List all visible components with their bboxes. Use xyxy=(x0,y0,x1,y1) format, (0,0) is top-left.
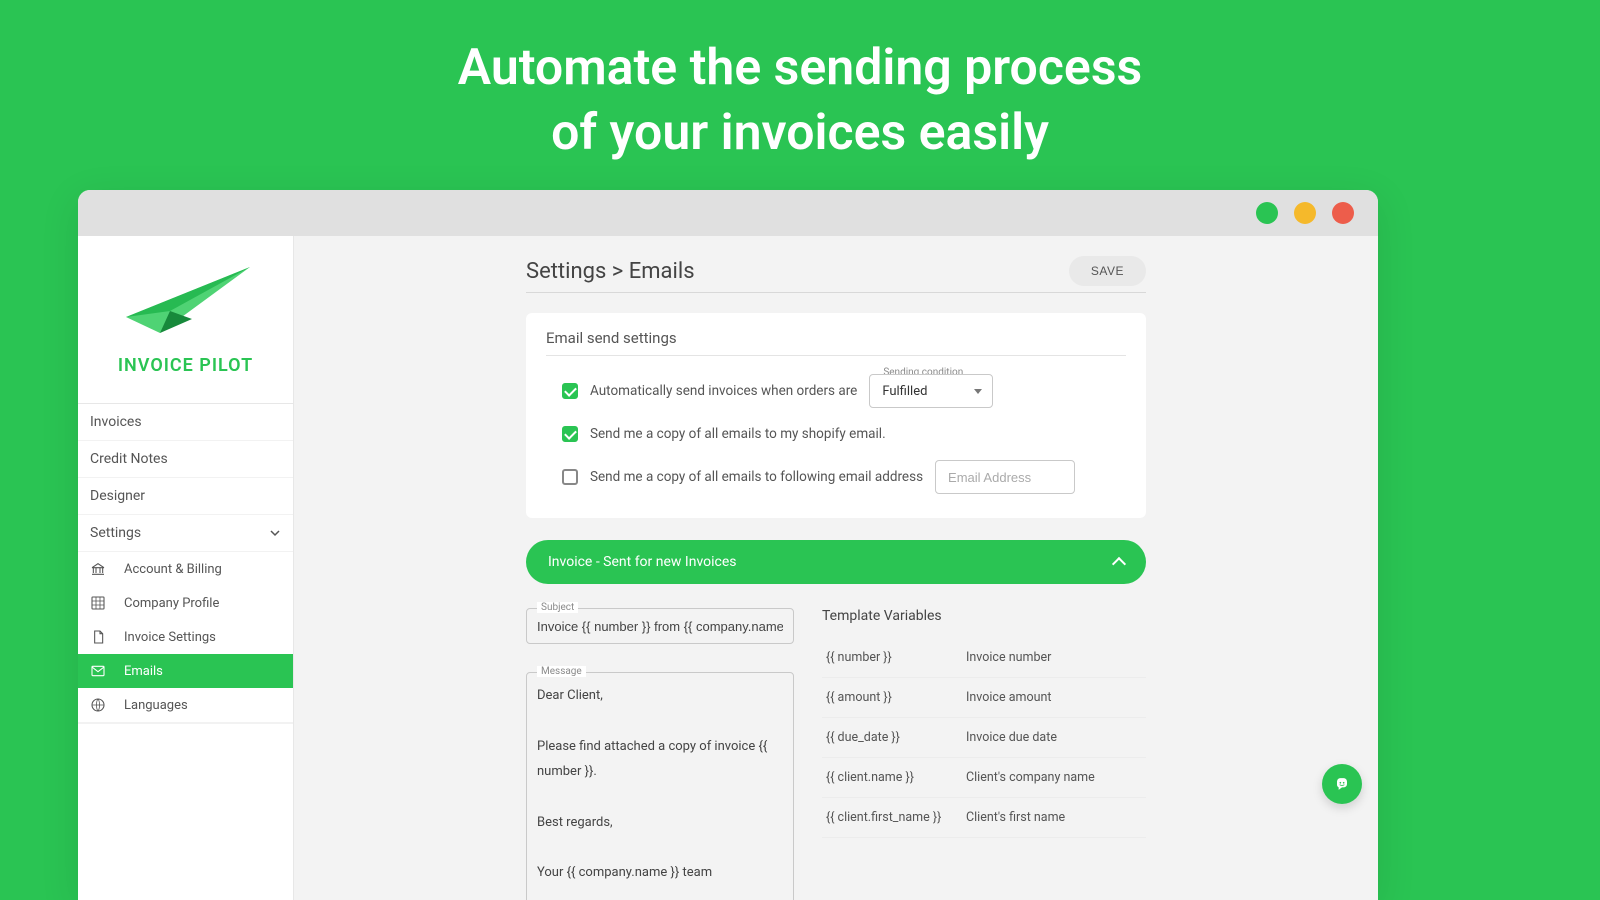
page-header: Settings > Emails SAVE xyxy=(526,256,1146,293)
main-content: Settings > Emails SAVE Email send settin… xyxy=(294,236,1378,900)
sidebar-item-credit-notes[interactable]: Credit Notes xyxy=(78,441,293,478)
variable-row: {{ number }} Invoice number xyxy=(822,638,1146,678)
subject-input[interactable] xyxy=(527,609,793,643)
window-titlebar xyxy=(78,190,1378,236)
variable-row: {{ client.first_name }} Client's first n… xyxy=(822,798,1146,838)
app-window: INVOICE PILOT Invoices Credit Notes Desi… xyxy=(78,190,1378,900)
message-textarea[interactable]: Dear Client, Please find attached a copy… xyxy=(527,673,793,900)
grid-icon xyxy=(90,595,106,611)
copy-email-input[interactable] xyxy=(935,460,1075,494)
sidebar-item-designer[interactable]: Designer xyxy=(78,478,293,515)
globe-icon xyxy=(90,697,106,713)
card-title: Email send settings xyxy=(546,329,1126,356)
window-dot-green[interactable] xyxy=(1256,202,1278,224)
window-dot-yellow[interactable] xyxy=(1294,202,1316,224)
brand-logo: INVOICE PILOT xyxy=(78,236,293,404)
document-icon xyxy=(90,629,106,645)
copy-shopify-label: Send me a copy of all emails to my shopi… xyxy=(590,426,886,442)
sidebar-item-invoices[interactable]: Invoices xyxy=(78,404,293,441)
template-editor: Subject Message Dear Client, Please find… xyxy=(526,608,1146,900)
variable-row: {{ amount }} Invoice amount xyxy=(822,678,1146,718)
subject-field: Subject xyxy=(526,608,794,644)
hero-line-2: of your invoices easily xyxy=(0,101,1600,166)
variable-row: {{ client.name }} Client's company name xyxy=(822,758,1146,798)
sending-condition-select[interactable]: Fulfilled xyxy=(869,374,993,408)
auto-send-checkbox[interactable] xyxy=(562,383,578,399)
sidebar-sub-account-billing[interactable]: Account & Billing xyxy=(78,552,293,586)
chevron-up-icon xyxy=(1112,557,1126,571)
copy-shopify-checkbox[interactable] xyxy=(562,426,578,442)
sidebar-sub-company-profile[interactable]: Company Profile xyxy=(78,586,293,620)
hero-line-1: Automate the sending process xyxy=(0,36,1600,101)
sidebar-sub-invoice-settings[interactable]: Invoice Settings xyxy=(78,620,293,654)
sidebar-sub-emails[interactable]: Emails xyxy=(78,654,293,688)
mail-icon xyxy=(90,663,106,679)
message-field: Message Dear Client, Please find attache… xyxy=(526,672,794,900)
invoice-template-accordion[interactable]: Invoice - Sent for new Invoices xyxy=(526,540,1146,584)
chevron-down-icon xyxy=(269,527,281,539)
email-send-settings-card: Email send settings Automatically send i… xyxy=(526,313,1146,518)
window-dot-red[interactable] xyxy=(1332,202,1354,224)
copy-other-checkbox[interactable] xyxy=(562,469,578,485)
variable-row: {{ due_date }} Invoice due date xyxy=(822,718,1146,758)
sidebar-sub-languages[interactable]: Languages xyxy=(78,688,293,723)
paper-plane-icon xyxy=(116,263,256,343)
template-variables-title: Template Variables xyxy=(822,608,1146,624)
chat-icon xyxy=(1332,774,1352,794)
copy-other-label: Send me a copy of all emails to followin… xyxy=(590,469,923,485)
chat-widget-button[interactable] xyxy=(1322,764,1362,804)
breadcrumb: Settings > Emails xyxy=(526,259,695,284)
bank-icon xyxy=(90,561,106,577)
brand-name: INVOICE PILOT xyxy=(118,355,253,376)
sidebar: INVOICE PILOT Invoices Credit Notes Desi… xyxy=(78,236,294,900)
sidebar-item-settings[interactable]: Settings xyxy=(78,515,293,552)
save-button[interactable]: SAVE xyxy=(1069,256,1146,286)
hero-banner: Automate the sending process of your inv… xyxy=(0,0,1600,166)
auto-send-label: Automatically send invoices when orders … xyxy=(590,383,857,399)
